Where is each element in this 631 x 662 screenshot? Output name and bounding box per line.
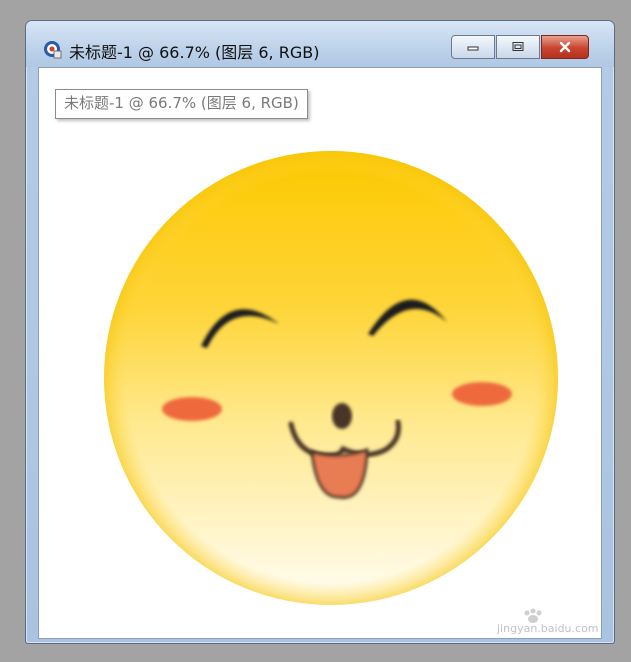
document-tooltip: 未标题-1 @ 66.7% (图层 6, RGB): [55, 89, 308, 119]
photoshop-document-icon: [44, 41, 62, 59]
document-window: 未标题-1 @ 66.7% (图层 6, RGB) 未标题-1 @ 66.7% …: [25, 20, 615, 644]
close-button[interactable]: [541, 35, 589, 59]
minimize-button[interactable]: [451, 35, 495, 59]
minimize-icon: [467, 46, 479, 51]
watermark-url: jingyan.baidu.com: [497, 622, 599, 635]
left-cheek: [162, 397, 222, 421]
maximize-button[interactable]: [496, 35, 540, 59]
title-bar[interactable]: 未标题-1 @ 66.7% (图层 6, RGB): [26, 21, 614, 67]
window-title: 未标题-1 @ 66.7% (图层 6, RGB): [69, 43, 320, 62]
nose: [332, 403, 352, 429]
close-icon: [559, 41, 571, 53]
face: [104, 151, 558, 605]
right-cheek: [452, 382, 512, 406]
baidu-watermark: jingyan.baidu.com: [497, 608, 599, 638]
canvas-area[interactable]: 未标题-1 @ 66.7% (图层 6, RGB) jingyan.baidu.…: [38, 67, 602, 639]
maximize-icon: [512, 42, 524, 51]
smiley-face-artwork: [104, 151, 558, 605]
